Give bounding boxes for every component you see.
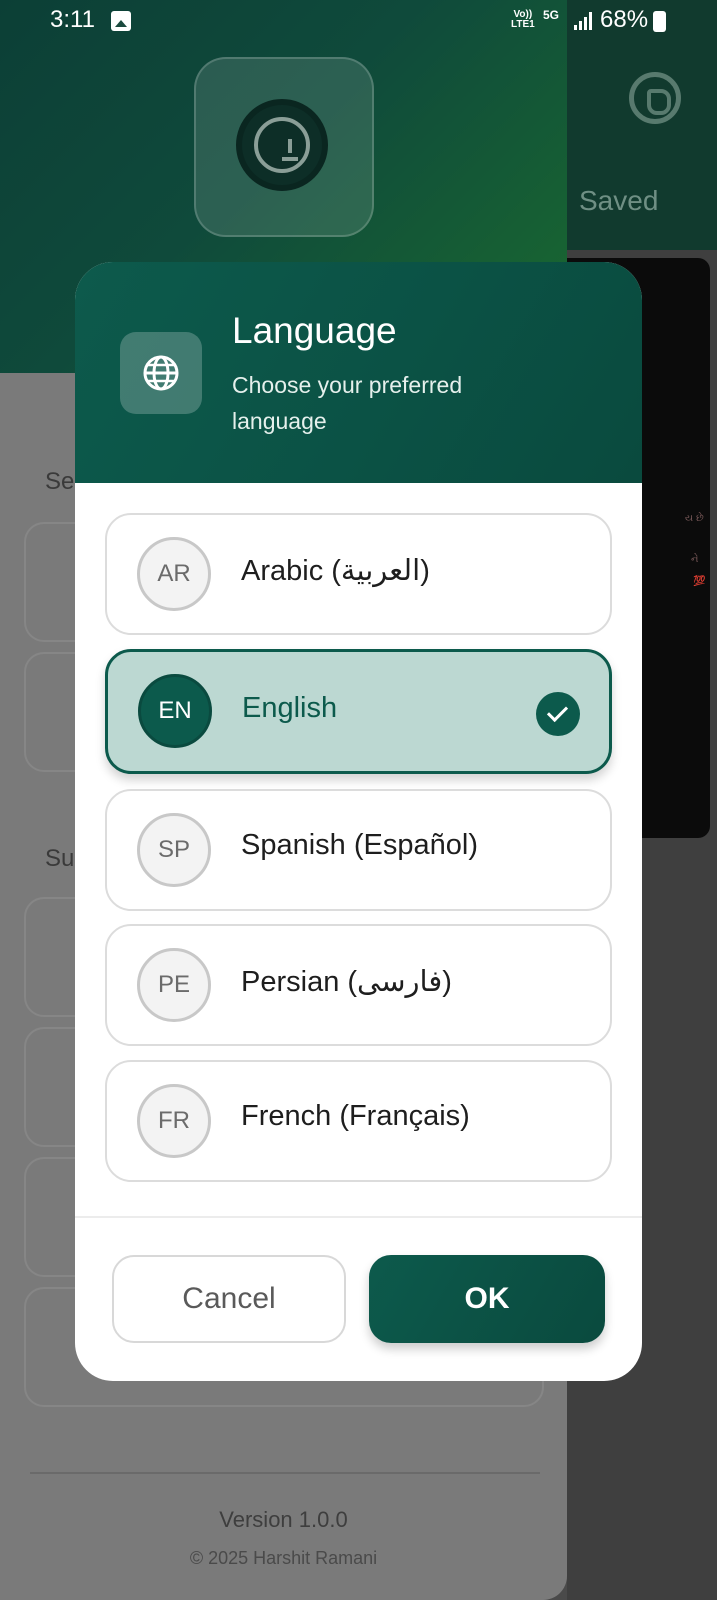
app-version: Version 1.0.0 (219, 1507, 348, 1532)
globe-icon-container (120, 332, 202, 414)
language-code-badge: SP (137, 813, 211, 887)
tab-saved[interactable]: Saved (579, 185, 658, 217)
status-time: 3:11 (50, 6, 95, 33)
language-dialog: Language Choose your preferred language … (75, 262, 642, 1381)
dialog-title: Language (232, 310, 397, 351)
gallery-icon (111, 11, 131, 31)
language-name: Arabic (العربية) (241, 555, 430, 587)
language-option-spanish[interactable]: SP Spanish (Español) (105, 789, 612, 911)
drawer-section-title: Se (45, 468, 75, 495)
language-code-badge: AR (137, 537, 211, 611)
dialog-subtitle: Choose your preferred language (232, 372, 463, 434)
language-list[interactable]: AR Arabic (العربية) EN English SP Spanis… (75, 483, 642, 1185)
battery-percentage: 68% (600, 6, 649, 33)
language-name: Persian (فارسی) (241, 966, 452, 998)
signal-icon (574, 12, 592, 30)
globe-icon (143, 355, 179, 391)
status-bar: 3:11 Vo)) LTE1 5G 68% (0, 0, 717, 44)
app-logo-container (194, 57, 374, 237)
language-name: English (242, 692, 338, 724)
language-code-badge: PE (137, 948, 211, 1022)
ok-button[interactable]: OK (369, 1255, 605, 1343)
volte-icon: Vo)) LTE1 (511, 9, 535, 30)
whatsapp-icon[interactable] (629, 72, 681, 124)
language-code-badge: FR (137, 1084, 211, 1158)
cancel-button[interactable]: Cancel (112, 1255, 346, 1343)
language-option-french[interactable]: FR French (Français) (105, 1060, 612, 1182)
language-option-persian[interactable]: PE Persian (فارسی) (105, 924, 612, 1046)
download-icon (236, 99, 328, 191)
dialog-header: Language Choose your preferred language (75, 262, 642, 483)
copyright: © 2025 Harshit Ramani (189, 1548, 378, 1568)
battery-icon (653, 11, 666, 32)
language-name: French (Français) (241, 1100, 470, 1132)
language-option-arabic[interactable]: AR Arabic (العربية) (105, 513, 612, 635)
check-icon (536, 692, 580, 736)
divider (75, 1216, 642, 1218)
5g-icon: 5G (543, 8, 560, 22)
drawer-section-title: Su (45, 845, 75, 872)
language-option-english[interactable]: EN English (105, 649, 612, 774)
language-code-badge: EN (138, 674, 212, 748)
language-name: Spanish (Español) (241, 829, 478, 861)
divider (30, 1472, 540, 1474)
